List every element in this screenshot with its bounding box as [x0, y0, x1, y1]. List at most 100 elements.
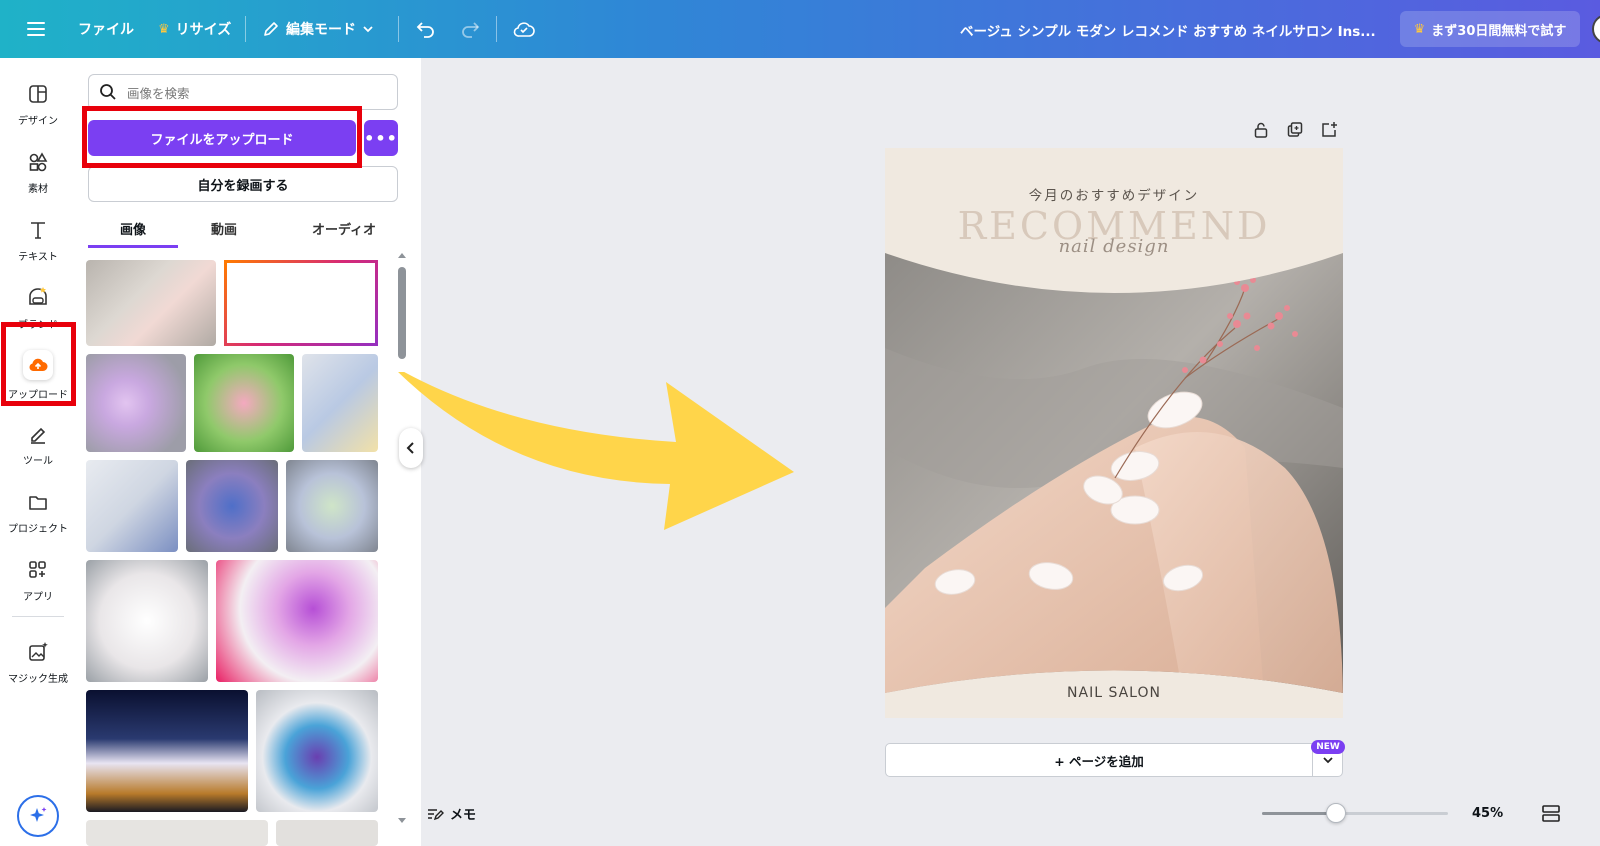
sparkle-icon	[30, 807, 47, 822]
undo-icon	[416, 22, 434, 38]
uploaded-image-thumbnail[interactable]	[194, 354, 294, 452]
rail-item-label: アプリ	[23, 592, 53, 603]
brand-icon	[26, 286, 50, 310]
toolbar-divider	[398, 16, 399, 42]
duplicate-page-icon[interactable]	[1286, 121, 1304, 139]
design-page[interactable]: 今月のおすすめデザイン RECOMMEND nail design NAIL S…	[885, 148, 1343, 718]
uploaded-image-thumbnail[interactable]	[302, 354, 378, 452]
edit-mode-dropdown[interactable]: 編集モード	[262, 0, 374, 58]
zoom-slider[interactable]	[1262, 812, 1448, 815]
file-menu[interactable]: ファイル	[78, 0, 134, 58]
notes-label: メモ	[450, 808, 477, 823]
uploaded-image-thumbnail[interactable]	[86, 354, 186, 452]
pencil-icon	[264, 22, 278, 36]
tab-images[interactable]: 画像	[88, 208, 178, 248]
uploaded-image-thumbnail[interactable]	[256, 690, 378, 812]
top-bar: ファイル ♛ リサイズ 編集モード ベージュ シンプル モダン レコメンド おす…	[0, 0, 1600, 58]
hamburger-icon	[27, 22, 45, 36]
tab-videos[interactable]: 動画	[178, 208, 270, 248]
free-trial-label: まず30日間無料で試す	[1431, 23, 1567, 39]
uploaded-image-thumbnail[interactable]	[86, 460, 178, 552]
uploaded-image-thumbnail[interactable]	[276, 820, 378, 846]
left-rail: デザイン 素材 テキスト ブランド アップロード ツール プロジェクト アプリ …	[0, 58, 76, 846]
more-options-button[interactable]: •••	[364, 120, 398, 156]
add-page-control: + ページを追加	[885, 743, 1343, 777]
file-menu-label: ファイル	[78, 22, 134, 38]
folder-icon	[26, 490, 50, 514]
add-page-icon[interactable]	[1320, 121, 1338, 139]
undo-button[interactable]	[415, 0, 437, 58]
add-page-button[interactable]: + ページを追加	[886, 744, 1312, 776]
scroll-down-icon	[398, 818, 406, 823]
page-view-icon[interactable]	[1540, 802, 1562, 824]
uploaded-image-thumbnail[interactable]	[86, 690, 248, 812]
media-tabs: 画像 動画 オーディオ	[88, 208, 398, 248]
rail-item-design[interactable]: デザイン	[0, 74, 76, 138]
zoom-level[interactable]: 45%	[1472, 806, 1503, 821]
image-search-input[interactable]: 画像を検索	[88, 74, 398, 110]
design-icon	[26, 82, 50, 106]
avatar[interactable]	[1592, 14, 1600, 44]
search-icon	[100, 84, 116, 100]
toolbar-divider	[496, 16, 497, 42]
menu-button[interactable]	[26, 0, 46, 58]
design-footer-text[interactable]: NAIL SALON	[885, 685, 1343, 701]
rail-item-elements[interactable]: 素材	[0, 142, 76, 206]
active-tab-indicator	[88, 245, 178, 248]
redo-icon	[462, 22, 480, 38]
free-trial-button[interactable]: ♛ まず30日間無料で試す	[1400, 11, 1580, 47]
tools-icon	[26, 422, 50, 446]
design-subtitle[interactable]: 今月のおすすめデザイン	[885, 184, 1343, 204]
document-title[interactable]: ベージュ シンプル モダン レコメンド おすすめ ネイルサロン Ins...	[960, 20, 1380, 40]
chevron-down-icon	[1323, 757, 1333, 764]
tab-audio[interactable]: オーディオ	[284, 208, 404, 248]
notes-icon	[428, 808, 444, 820]
edit-mode-label: 編集モード	[286, 22, 356, 38]
design-script-text[interactable]: nail design	[885, 236, 1343, 257]
new-badge: NEW	[1311, 740, 1345, 754]
lock-icon[interactable]	[1252, 121, 1270, 139]
uploads-rail-highlight	[1, 322, 76, 406]
scrollbar-thumb[interactable]	[398, 267, 406, 359]
uploaded-image-thumbnail[interactable]	[224, 260, 378, 346]
page-toolbar	[1252, 121, 1338, 139]
elements-icon	[26, 150, 50, 174]
cloud-check-icon	[513, 22, 535, 37]
record-yourself-button[interactable]: 自分を録画する	[88, 166, 398, 202]
uploaded-image-thumbnail[interactable]	[216, 560, 378, 682]
rail-item-projects[interactable]: プロジェクト	[0, 482, 76, 546]
rail-item-label: 素材	[28, 184, 48, 195]
crown-icon: ♛	[1413, 21, 1426, 37]
apps-icon	[26, 558, 50, 582]
zoom-slider-fill	[1262, 812, 1337, 815]
search-placeholder: 画像を検索	[127, 85, 190, 101]
uploaded-image-thumbnail[interactable]	[86, 820, 268, 846]
save-status-button[interactable]	[512, 0, 536, 58]
redo-button[interactable]	[459, 0, 481, 58]
crown-icon: ♛	[158, 21, 170, 37]
rail-item-magic-media[interactable]: マジック生成	[0, 632, 76, 696]
rail-item-label: プロジェクト	[8, 524, 68, 535]
guide-arrow	[398, 372, 794, 530]
rail-item-tools[interactable]: ツール	[0, 414, 76, 478]
rail-item-apps[interactable]: アプリ	[0, 550, 76, 614]
chevron-down-icon	[363, 26, 373, 33]
uploaded-image-thumbnail[interactable]	[186, 460, 278, 552]
rail-divider	[12, 616, 64, 617]
uploaded-image-thumbnail[interactable]	[86, 560, 208, 682]
rail-item-label: デザイン	[18, 116, 58, 127]
rail-item-text[interactable]: テキスト	[0, 210, 76, 274]
text-icon	[26, 218, 50, 242]
uploaded-image-thumbnail[interactable]	[86, 260, 216, 346]
panel-scrollbar[interactable]	[396, 253, 408, 825]
resize-button[interactable]: ♛ リサイズ	[158, 0, 231, 58]
magic-media-icon	[26, 640, 50, 664]
rail-item-label: ツール	[23, 456, 53, 467]
rail-item-label: テキスト	[18, 252, 58, 263]
upload-button-highlight	[82, 106, 362, 168]
resize-label: リサイズ	[175, 22, 232, 38]
canva-assistant-button[interactable]	[17, 795, 59, 837]
scroll-up-icon	[398, 253, 406, 258]
notes-button[interactable]: メモ	[426, 804, 476, 823]
uploaded-image-thumbnail[interactable]	[286, 460, 378, 552]
